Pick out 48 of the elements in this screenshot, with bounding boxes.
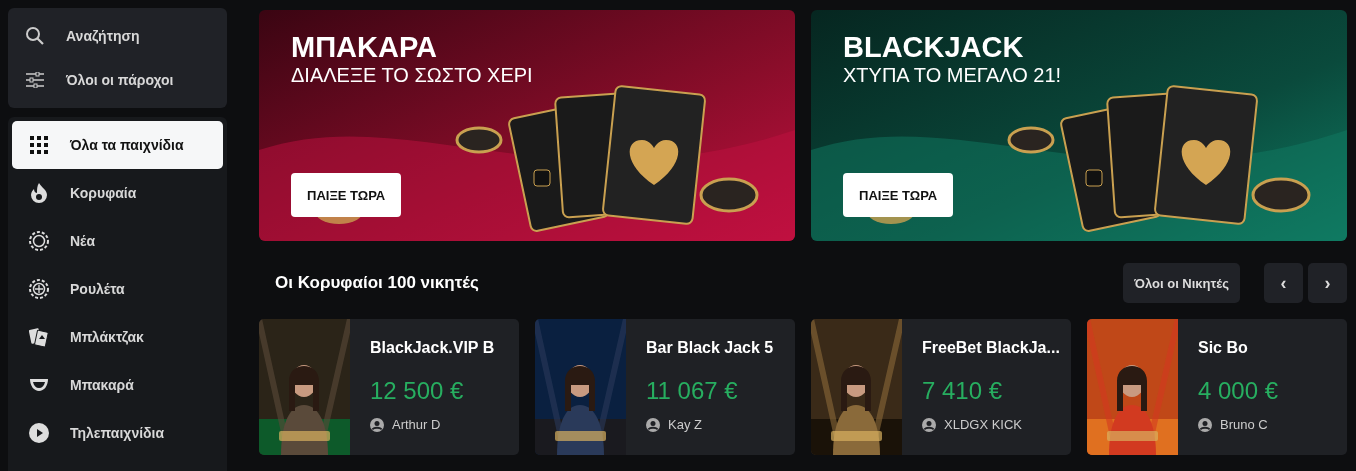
all-winners-button[interactable]: Όλοι οι Νικητές <box>1123 263 1240 303</box>
sidebar-item[interactable]: Κορυφαία <box>12 169 223 217</box>
win-amount: 11 067 € <box>646 377 739 405</box>
winner-card[interactable]: FreeBet BlackJa... 7 410 € XLDGX KICK <box>811 319 1071 455</box>
banner-subtitle: ΧΤΥΠΑ ΤΟ ΜΕΓΑΛΟ 21! <box>843 63 1062 86</box>
search-icon <box>25 26 45 46</box>
game-name: Bar Black Jack 5 <box>646 339 774 357</box>
sidebar-item[interactable]: Όλα τα παιχνίδια <box>12 121 223 169</box>
sidebar-item[interactable]: Νέα <box>12 217 223 265</box>
grid-icon <box>30 136 48 154</box>
cards-icon <box>29 327 49 347</box>
play-now-button[interactable]: ΠΑΙΞΕ ΤΩΡΑ <box>291 173 402 217</box>
flame-icon <box>30 183 48 203</box>
sidebar-tool[interactable]: Αναζήτηση <box>8 14 227 58</box>
win-amount: 4 000 € <box>1198 377 1279 405</box>
win-amount: 12 500 € <box>370 377 465 405</box>
player-name: Kay Z <box>668 417 702 432</box>
banner-title: ΜΠΑΚΑΡΑ <box>291 32 439 64</box>
player-name: Arthur D <box>392 417 441 432</box>
sidebar-tool[interactable]: Όλοι οι πάροχοι <box>8 58 227 102</box>
game-name: BlackJack.VIP B <box>370 339 495 357</box>
chip-icon <box>29 231 49 251</box>
winner-card[interactable]: Bar Black Jack 5 11 067 € Kay Z <box>535 319 795 455</box>
play-icon <box>29 423 49 443</box>
banner-subtitle: ΔΙΑΛΕΞΕ ΤΟ ΣΩΣΤΟ ΧΕΡΙ <box>291 63 533 86</box>
sliders-icon <box>26 72 44 88</box>
winner-card[interactable]: BlackJack.VIP B 12 500 € Arthur D <box>259 319 519 455</box>
player-name: Bruno C <box>1220 417 1268 432</box>
previous-button[interactable]: ‹ <box>1264 263 1303 303</box>
roulette-icon <box>29 279 49 299</box>
winner-card[interactable]: Sic Bo 4 000 € Bruno C <box>1087 319 1347 455</box>
play-now-button[interactable]: ΠΑΙΞΕ ΤΩΡΑ <box>843 173 954 217</box>
sidebar-item[interactable]: Μπλάκτζακ <box>12 313 223 361</box>
user-icon <box>646 417 660 432</box>
banner-title: BLACKJACK <box>843 32 1025 64</box>
sidebar-item[interactable]: Μπακαρά <box>12 361 223 409</box>
section-title: Οι Κορυφαίοι 100 νικητές <box>275 273 480 293</box>
game-name: Sic Bo <box>1198 339 1249 357</box>
next-button[interactable]: › <box>1308 263 1347 303</box>
user-icon <box>1198 417 1212 432</box>
win-amount: 7 410 € <box>922 377 1004 405</box>
user-icon <box>370 417 384 432</box>
sidebar-item[interactable]: Τηλεπαιχνίδια <box>12 409 223 457</box>
user-icon <box>922 417 936 432</box>
sidebar-item[interactable]: Ρουλέτα <box>12 265 223 313</box>
player-name: XLDGX KICK <box>944 417 1023 432</box>
game-name: FreeBet BlackJa... <box>922 339 1060 357</box>
table-icon <box>29 378 49 392</box>
